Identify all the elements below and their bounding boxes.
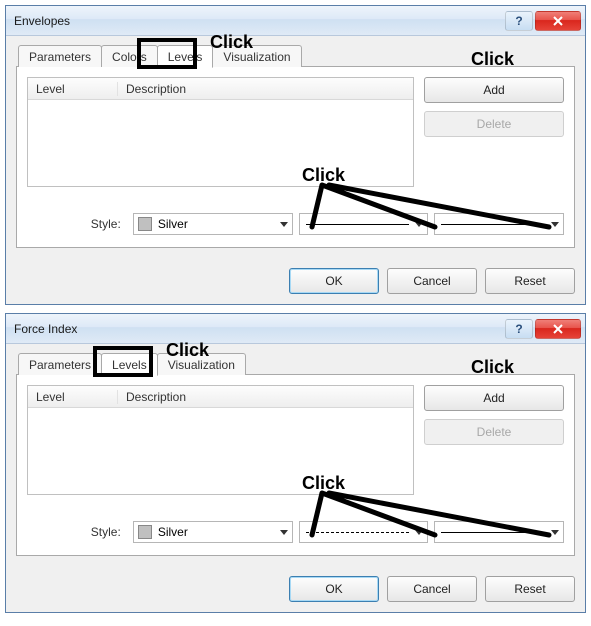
chevron-down-icon <box>415 222 423 227</box>
chevron-down-icon <box>280 530 288 535</box>
line-style-combo[interactable] <box>299 521 429 543</box>
titlebar[interactable]: Force Index ? <box>6 314 585 344</box>
help-button[interactable]: ? <box>505 319 533 339</box>
help-button[interactable]: ? <box>505 11 533 31</box>
cancel-button[interactable]: Cancel <box>387 576 477 602</box>
tab-levels[interactable]: Levels <box>157 45 214 68</box>
color-combo[interactable]: Silver <box>133 213 293 235</box>
line-sample-icon <box>306 224 410 225</box>
col-description[interactable]: Description <box>118 390 413 404</box>
color-combo[interactable]: Silver <box>133 521 293 543</box>
tab-parameters[interactable]: Parameters <box>18 45 102 67</box>
reset-button[interactable]: Reset <box>485 268 575 294</box>
color-swatch-icon <box>138 217 152 231</box>
line-width-combo[interactable] <box>434 213 564 235</box>
chevron-down-icon <box>280 222 288 227</box>
levels-listbox[interactable]: Level Description <box>27 77 414 187</box>
levels-listbox[interactable]: Level Description <box>27 385 414 495</box>
dialog-footer: OK Cancel Reset <box>6 566 585 612</box>
tab-bar: Parameters Colors Levels Visualization <box>18 44 575 67</box>
tab-panel: Click Level Description Add Delete Click <box>16 374 575 556</box>
dialog-force-index: Force Index ? Click Parameters Levels Vi… <box>5 313 586 613</box>
add-button[interactable]: Add <box>424 77 564 103</box>
cancel-button[interactable]: Cancel <box>387 268 477 294</box>
col-level[interactable]: Level <box>28 82 118 96</box>
reset-button[interactable]: Reset <box>485 576 575 602</box>
col-description[interactable]: Description <box>118 82 413 96</box>
style-label: Style: <box>27 525 127 539</box>
chevron-down-icon <box>551 222 559 227</box>
chevron-down-icon <box>551 530 559 535</box>
close-button[interactable] <box>535 319 581 339</box>
delete-button: Delete <box>424 419 564 445</box>
tab-parameters[interactable]: Parameters <box>18 353 102 375</box>
line-sample-icon <box>441 532 545 533</box>
tab-levels[interactable]: Levels <box>101 353 158 376</box>
close-button[interactable] <box>535 11 581 31</box>
tab-visualization[interactable]: Visualization <box>212 45 301 67</box>
dialog-footer: OK Cancel Reset <box>6 258 585 304</box>
add-button[interactable]: Add <box>424 385 564 411</box>
ok-button[interactable]: OK <box>289 268 379 294</box>
style-label: Style: <box>27 217 127 231</box>
close-icon <box>552 16 564 26</box>
close-icon <box>552 324 564 334</box>
delete-button: Delete <box>424 111 564 137</box>
tab-visualization[interactable]: Visualization <box>157 353 246 375</box>
window-title: Envelopes <box>14 14 503 28</box>
ok-button[interactable]: OK <box>289 576 379 602</box>
list-header: Level Description <box>28 386 413 408</box>
titlebar[interactable]: Envelopes ? <box>6 6 585 36</box>
tab-panel: Click Level Description Add Delete Click <box>16 66 575 248</box>
color-name: Silver <box>158 525 188 539</box>
window-title: Force Index <box>14 322 503 336</box>
tab-colors[interactable]: Colors <box>101 45 158 67</box>
line-sample-icon <box>306 532 410 533</box>
chevron-down-icon <box>415 530 423 535</box>
line-style-combo[interactable] <box>299 213 429 235</box>
color-swatch-icon <box>138 525 152 539</box>
line-sample-icon <box>441 224 545 225</box>
line-width-combo[interactable] <box>434 521 564 543</box>
color-name: Silver <box>158 217 188 231</box>
tab-bar: Parameters Levels Visualization <box>18 352 575 375</box>
col-level[interactable]: Level <box>28 390 118 404</box>
list-header: Level Description <box>28 78 413 100</box>
dialog-envelopes: Envelopes ? Click Parameters Colors Leve… <box>5 5 586 305</box>
